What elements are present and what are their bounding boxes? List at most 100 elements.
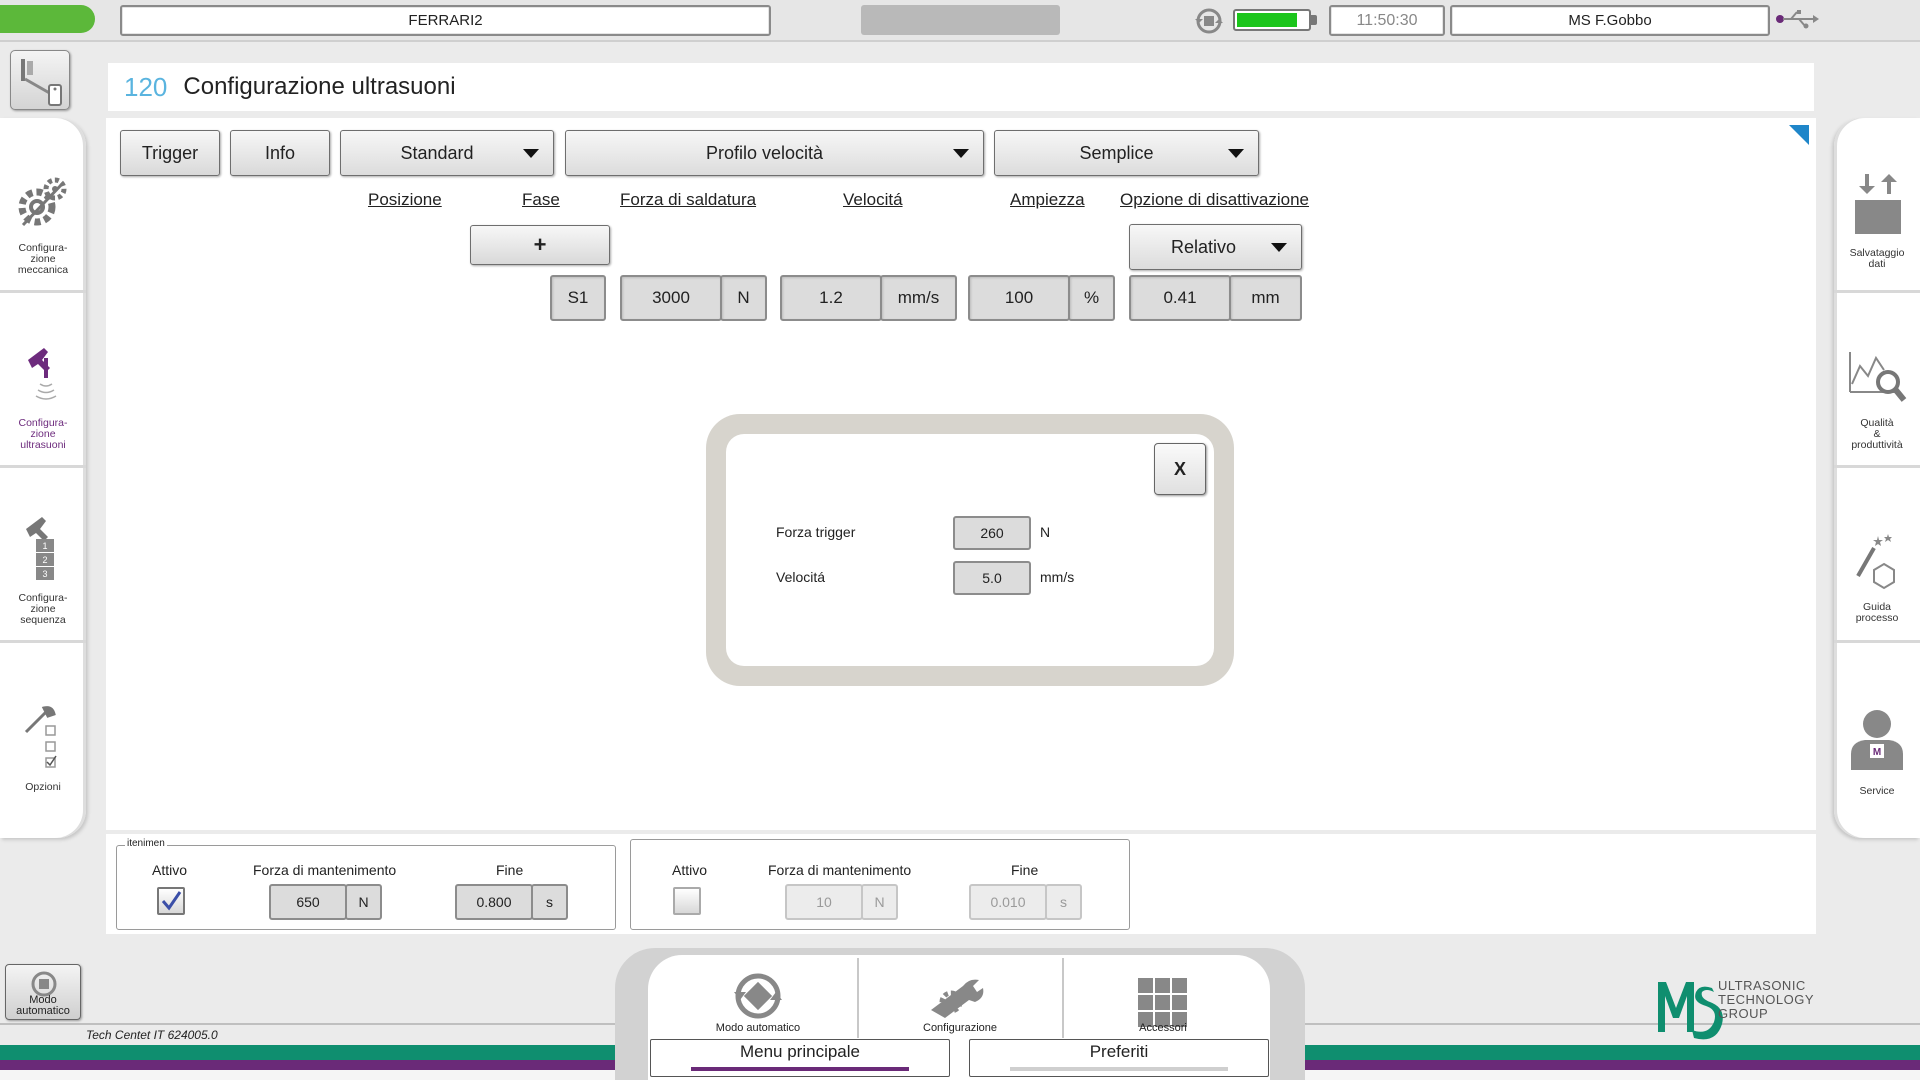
sidebar-item-label: Opzioni xyxy=(25,781,61,793)
auto-mode-button[interactable]: Modo automatico xyxy=(5,964,81,1020)
cutoff-mode-dropdown[interactable]: Relativo xyxy=(1129,224,1302,270)
trigger-speed-unit: mm/s xyxy=(1040,569,1075,585)
info-button[interactable]: Info xyxy=(230,130,330,176)
sidebar-item-label: Service xyxy=(1859,785,1895,797)
hold2-end-input[interactable]: 0.010 xyxy=(969,884,1047,920)
sidebar-item-data-save[interactable]: Salvataggio dati xyxy=(1834,118,1920,290)
header-phase: Fase xyxy=(522,190,560,209)
page-title: Configurazione ultrasuoni xyxy=(183,73,456,100)
speed-unit: mm/s xyxy=(880,275,957,321)
hold2-force-label: Forza di mantenimento xyxy=(768,862,912,878)
chevron-down-icon xyxy=(1271,243,1287,252)
trigger-button[interactable]: Trigger xyxy=(120,130,220,176)
hold-force-input[interactable]: 650 xyxy=(269,884,347,920)
machine-icon xyxy=(21,59,62,106)
header-speed: Velocitá xyxy=(843,190,903,209)
hold-active-checkbox[interactable] xyxy=(157,887,185,915)
tab-favorites[interactable]: Preferiti xyxy=(969,1039,1269,1077)
status-indicator xyxy=(0,5,95,33)
page-number: 120 xyxy=(124,71,168,102)
trigger-speed-input[interactable]: 5.0 xyxy=(953,561,1031,595)
configuration-icon xyxy=(931,979,984,1018)
amplitude-unit: % xyxy=(1068,275,1115,321)
tech-info-text: Tech Centet IT 624005.0 xyxy=(86,1028,218,1042)
corner-indicator xyxy=(1789,125,1809,145)
hold-end-input[interactable]: 0.800 xyxy=(455,884,533,920)
sidebar-item-mechanical-config[interactable]: Configura- zione meccanica xyxy=(0,118,86,290)
nav-configuration[interactable]: Configurazione xyxy=(865,962,1055,1034)
svg-text:1: 1 xyxy=(42,541,47,551)
options-icon xyxy=(24,706,57,768)
hold-end-unit: s xyxy=(531,884,568,920)
logo-text: ULTRASONIC TECHNOLOGY GROUP xyxy=(1718,978,1815,1021)
hold-force-unit: N xyxy=(345,884,382,920)
machine-view-button[interactable] xyxy=(10,50,70,110)
trigger-force-label: Forza trigger xyxy=(776,524,856,540)
step-phase-cell[interactable]: S1 xyxy=(550,275,606,321)
trigger-force-input[interactable]: 260 xyxy=(953,516,1031,550)
tab-favorites-label: Preferiti xyxy=(1089,1042,1149,1061)
type-dropdown[interactable]: Semplice xyxy=(994,130,1259,176)
top-bar-divider xyxy=(0,40,1920,42)
sidebar-item-label: Salvataggio dati xyxy=(1849,247,1905,270)
tab-active-indicator xyxy=(691,1067,909,1071)
hold2-active-label: Attivo xyxy=(672,862,708,878)
sidebar-item-label: Qualità & produttività xyxy=(1851,417,1903,451)
user-field[interactable]: MS F.Gobbo xyxy=(1450,5,1770,36)
nav-auto-mode[interactable]: Modo automatico xyxy=(663,962,853,1034)
machine-name-field[interactable]: FERRARI2 xyxy=(120,5,771,36)
quality-icon xyxy=(1849,352,1907,402)
speed-input[interactable]: 1.2 xyxy=(780,275,882,321)
chevron-down-icon xyxy=(1228,149,1244,158)
trigger-popup-body xyxy=(726,434,1214,666)
data-save-icon xyxy=(1855,174,1901,234)
checkmark-icon xyxy=(161,891,182,911)
tab-main-menu[interactable]: Menu principale xyxy=(650,1039,950,1077)
sidebar-item-options[interactable]: Opzioni xyxy=(0,643,86,815)
sidebar-item-label: Configura- zione ultrasuoni xyxy=(18,417,68,451)
nav-divider xyxy=(857,958,859,1038)
add-step-button[interactable]: + xyxy=(470,225,610,265)
sidebar-item-service[interactable]: M Service xyxy=(1834,643,1920,815)
hold2-force-input[interactable]: 10 xyxy=(785,884,863,920)
hold2-end-label: Fine xyxy=(1011,862,1039,878)
sidebar-item-process-guide[interactable]: Guida processo xyxy=(1834,468,1920,640)
sync-icon xyxy=(1195,8,1223,34)
header-force: Forza di saldatura xyxy=(620,190,757,209)
mode-dropdown-value: Standard xyxy=(400,142,474,163)
sidebar-item-label: Guida processo xyxy=(1855,601,1899,624)
hold-force-label: Forza di mantenimento xyxy=(253,862,397,878)
hold-active-label: Attivo xyxy=(152,862,188,878)
weld-force-input[interactable]: 3000 xyxy=(620,275,722,321)
tab-inactive-indicator xyxy=(1010,1067,1228,1071)
hold-group-legend: itenimen xyxy=(125,838,167,849)
cutoff-unit: mm xyxy=(1229,275,1302,321)
header-amplitude: Ampiezza xyxy=(1010,190,1085,209)
amplitude-input[interactable]: 100 xyxy=(968,275,1070,321)
cutoff-input[interactable]: 0.41 xyxy=(1129,275,1231,321)
nav-divider xyxy=(1062,958,1064,1038)
header-cutoff: Opzione di disattivazione xyxy=(1120,190,1310,209)
sidebar-item-ultrasonic-config[interactable]: Configura- zione ultrasuoni xyxy=(0,293,86,465)
sidebar-item-sequence-config[interactable]: 1 2 3 Configura- zione sequenza xyxy=(0,468,86,640)
chevron-down-icon xyxy=(953,149,969,158)
header-position: Posizione xyxy=(368,190,442,209)
nav-auto-label: Modo automatico xyxy=(715,1022,801,1034)
nav-accessories[interactable]: Accessori xyxy=(1068,962,1258,1034)
status-message-field xyxy=(861,5,1060,35)
sidebar-item-label: Configura- zione sequenza xyxy=(18,592,68,626)
auto-cycle-icon xyxy=(734,973,782,1019)
close-button[interactable]: X xyxy=(1154,443,1206,495)
mode-dropdown[interactable]: Standard xyxy=(340,130,554,176)
profile-dropdown[interactable]: Profilo velocità xyxy=(565,130,984,176)
trigger-force-unit: N xyxy=(1040,524,1051,540)
right-sidebar: Salvataggio dati Qualità & produttività … xyxy=(1834,118,1920,838)
sidebar-item-quality[interactable]: Qualità & produttività xyxy=(1834,293,1920,465)
nav-accessories-label: Accessori xyxy=(1139,1022,1187,1034)
battery-level xyxy=(1237,13,1297,27)
page-title-bar: 120 Configurazione ultrasuoni xyxy=(108,63,1814,111)
hold2-force-unit: N xyxy=(861,884,898,920)
weld-force-unit: N xyxy=(720,275,767,321)
hold2-active-checkbox[interactable] xyxy=(673,887,701,915)
hold2-end-unit: s xyxy=(1045,884,1082,920)
